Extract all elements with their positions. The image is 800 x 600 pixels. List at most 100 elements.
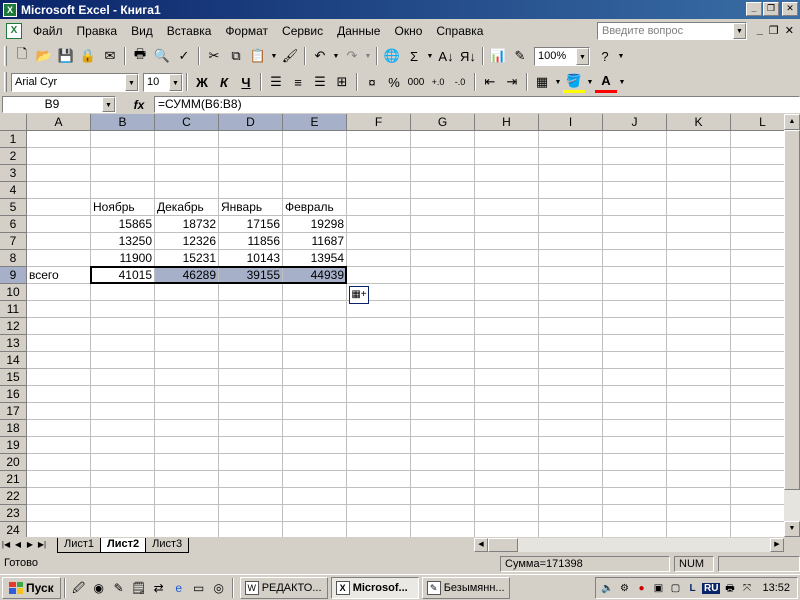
column-header[interactable]: F xyxy=(347,114,411,131)
grid-cell[interactable] xyxy=(283,471,347,488)
grid-cell[interactable] xyxy=(91,165,155,182)
grid-cell[interactable] xyxy=(539,165,603,182)
grid-cell[interactable] xyxy=(219,182,283,199)
quicklaunch-media-icon[interactable]: ◎ xyxy=(209,578,229,598)
chevron-down-icon[interactable]: ▼ xyxy=(576,47,589,65)
grid-cell[interactable] xyxy=(219,488,283,505)
grid-cell[interactable] xyxy=(539,182,603,199)
vertical-scroll-thumb[interactable] xyxy=(784,130,800,490)
drawing-icon[interactable]: ✎ xyxy=(509,45,531,67)
copy-icon[interactable]: ⧉ xyxy=(225,45,247,67)
grid-cell[interactable] xyxy=(347,216,411,233)
italic-button[interactable]: К xyxy=(213,71,235,93)
grid-cell[interactable] xyxy=(667,403,731,420)
row-header[interactable]: 4 xyxy=(0,182,27,199)
grid-cell[interactable] xyxy=(539,335,603,352)
row-header[interactable]: 12 xyxy=(0,318,27,335)
grid-cell[interactable] xyxy=(283,352,347,369)
grid-cell[interactable] xyxy=(27,131,91,148)
grid-cell[interactable] xyxy=(411,454,475,471)
paste-dropdown-icon[interactable]: ▼ xyxy=(269,45,279,67)
grid-cell[interactable] xyxy=(667,284,731,301)
row-header[interactable]: 10 xyxy=(0,284,27,301)
grid-cell[interactable] xyxy=(539,437,603,454)
grid-cell[interactable] xyxy=(155,522,219,537)
grid-cell[interactable] xyxy=(91,352,155,369)
grid-cell[interactable] xyxy=(91,318,155,335)
grid-cell[interactable] xyxy=(603,165,667,182)
grid-cell[interactable] xyxy=(27,165,91,182)
grid-cell[interactable] xyxy=(731,216,784,233)
format-painter-icon[interactable]: 🖌 xyxy=(279,45,301,67)
grid-cell[interactable] xyxy=(27,471,91,488)
grid-cell[interactable] xyxy=(539,131,603,148)
grid-cell[interactable] xyxy=(539,488,603,505)
grid-cell[interactable]: 44939 xyxy=(283,267,347,284)
open-folder-icon[interactable]: 📂 xyxy=(33,45,55,67)
grid-cell[interactable] xyxy=(283,301,347,318)
grid-cell[interactable] xyxy=(603,522,667,537)
insert-function-icon[interactable]: fx xyxy=(124,98,154,112)
taskbar-task[interactable]: W РЕДАКТО... xyxy=(239,576,328,599)
grid-cell[interactable]: Декабрь xyxy=(155,199,219,216)
print-icon[interactable]: 🖶 xyxy=(129,45,151,67)
grid-cell[interactable] xyxy=(283,148,347,165)
paste-icon[interactable]: 📋 xyxy=(247,45,269,67)
restore-button[interactable]: ❐ xyxy=(763,2,779,16)
grid-cell[interactable] xyxy=(731,267,784,284)
menu-item[interactable]: Данные xyxy=(330,21,387,41)
grid-cell[interactable] xyxy=(731,352,784,369)
percent-button[interactable]: % xyxy=(383,71,405,93)
column-header[interactable]: L xyxy=(731,114,784,131)
grid-cell[interactable] xyxy=(667,301,731,318)
grid-cell[interactable]: 39155 xyxy=(219,267,283,284)
grid-cell[interactable] xyxy=(731,403,784,420)
grid-cell[interactable] xyxy=(667,488,731,505)
grid-cell[interactable] xyxy=(219,505,283,522)
vertical-scrollbar[interactable]: ▲ ▼ xyxy=(784,114,800,537)
grid-cell[interactable]: всего xyxy=(27,267,91,284)
grid-cell[interactable] xyxy=(731,454,784,471)
tray-network-icon[interactable]: ▣ xyxy=(651,581,666,596)
grid-cell[interactable] xyxy=(27,335,91,352)
grid-cell[interactable] xyxy=(539,199,603,216)
row-header[interactable]: 7 xyxy=(0,233,27,250)
scroll-down-icon[interactable]: ▼ xyxy=(784,521,800,537)
menu-item[interactable]: Правка xyxy=(70,21,125,41)
grid-cell[interactable] xyxy=(91,471,155,488)
sort-descending-icon[interactable]: Я↓ xyxy=(457,45,479,67)
grid-cell[interactable] xyxy=(27,199,91,216)
menu-item[interactable]: Сервис xyxy=(275,21,330,41)
grid-cell[interactable] xyxy=(283,505,347,522)
grid-cell[interactable] xyxy=(283,488,347,505)
grid-cell[interactable] xyxy=(219,352,283,369)
grid-cell[interactable] xyxy=(347,454,411,471)
grid-cell[interactable]: 41015 xyxy=(91,267,155,284)
menu-item[interactable]: Справка xyxy=(429,21,490,41)
grid-cell[interactable] xyxy=(411,148,475,165)
name-box[interactable]: B9 ▼ xyxy=(2,96,116,113)
grid-cell[interactable] xyxy=(411,131,475,148)
grid-cell[interactable] xyxy=(603,216,667,233)
grid-cell[interactable] xyxy=(411,182,475,199)
grid-cell[interactable] xyxy=(603,471,667,488)
thousands-separator-button[interactable]: 000 xyxy=(405,71,427,93)
grid-cell[interactable] xyxy=(731,233,784,250)
underline-button[interactable]: Ч xyxy=(235,71,257,93)
grid-cell[interactable] xyxy=(475,148,539,165)
grid-cell[interactable] xyxy=(411,335,475,352)
grid-cell[interactable] xyxy=(475,216,539,233)
grid-cell[interactable] xyxy=(155,454,219,471)
grid-cell[interactable]: 11900 xyxy=(91,250,155,267)
grid-cell[interactable] xyxy=(475,471,539,488)
grid-cell[interactable] xyxy=(411,488,475,505)
grid-cell[interactable] xyxy=(27,182,91,199)
grid-cell[interactable] xyxy=(347,505,411,522)
grid-cell[interactable]: 13250 xyxy=(91,233,155,250)
grid-cell[interactable] xyxy=(411,352,475,369)
grid-cell[interactable] xyxy=(155,352,219,369)
workbook-close-button[interactable]: ✕ xyxy=(785,24,794,37)
decrease-indent-icon[interactable]: ⇤ xyxy=(479,71,501,93)
quicklaunch-ie-icon[interactable]: e xyxy=(169,578,189,598)
quicklaunch-app-icon[interactable]: 🖉 xyxy=(69,578,89,598)
